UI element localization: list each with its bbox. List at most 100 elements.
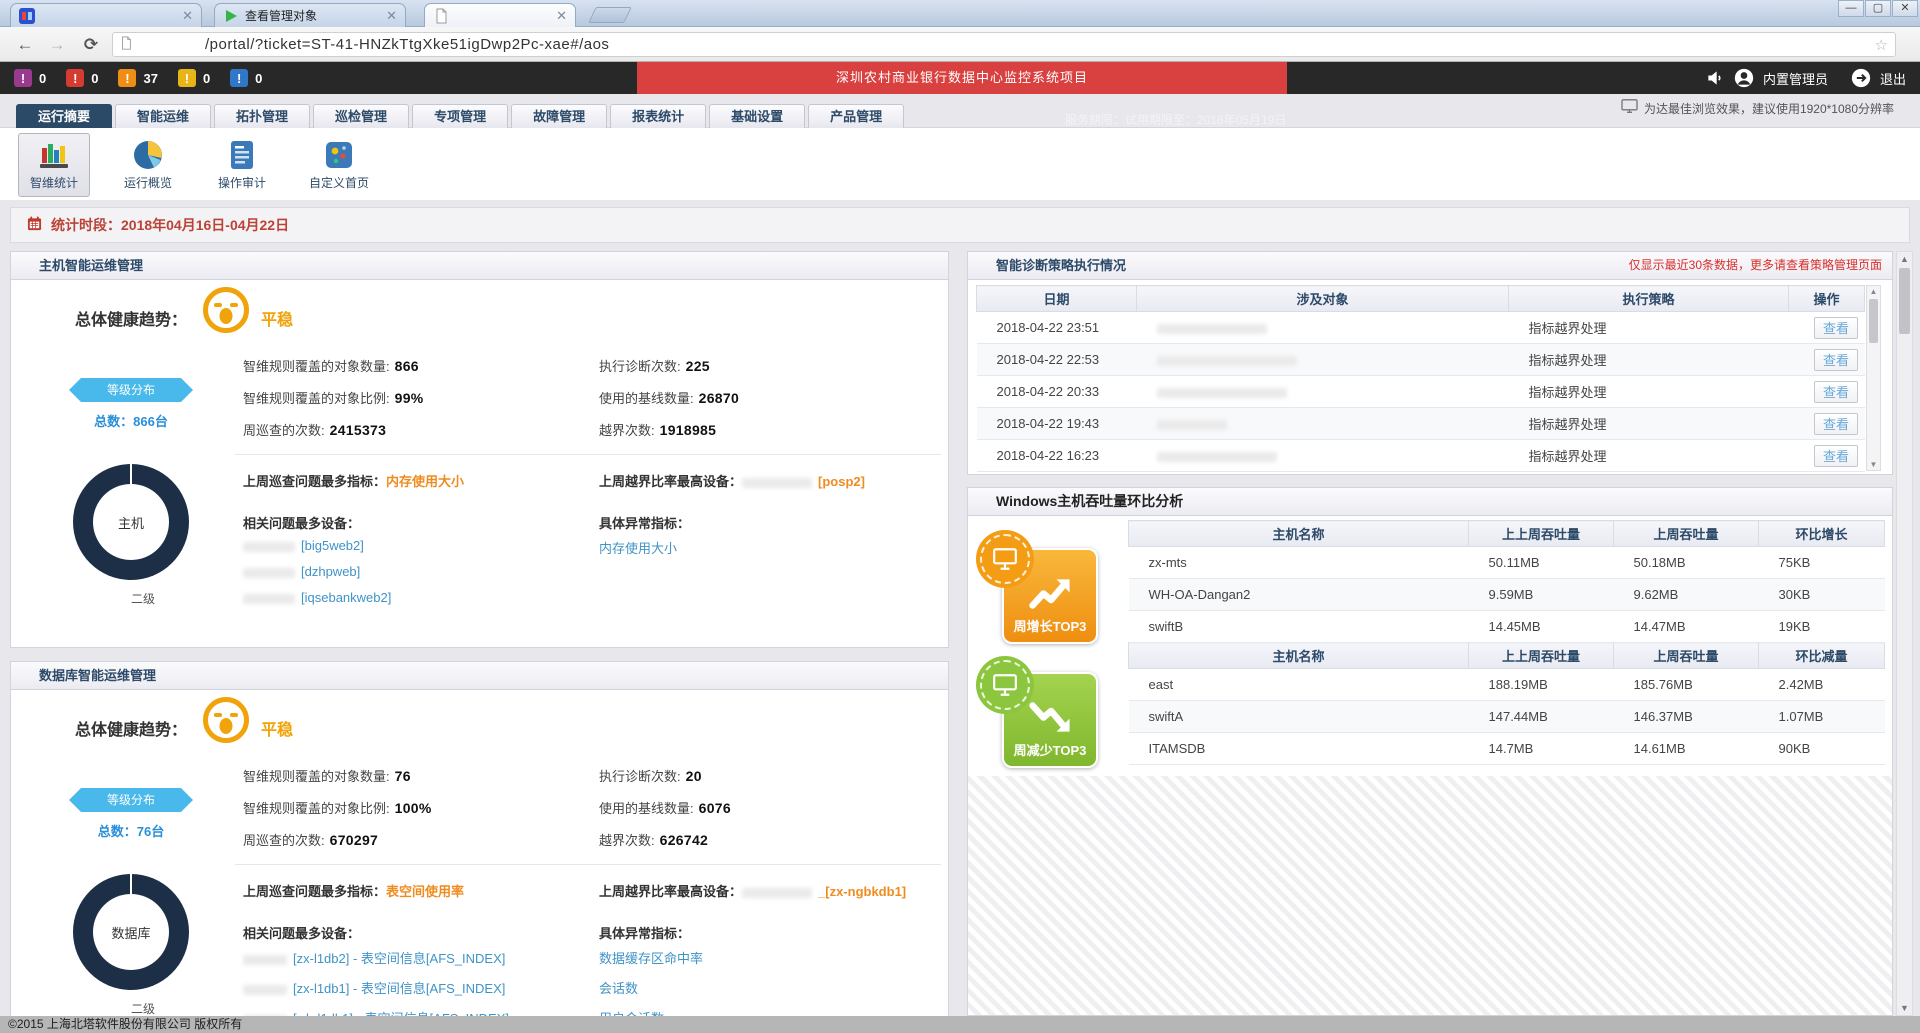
logout-label[interactable]: 退出 xyxy=(1880,69,1906,88)
redacted-text xyxy=(243,568,295,578)
toolbar-button-4[interactable]: 自定义首页 xyxy=(303,133,375,197)
device-link[interactable]: [iqsebankweb2] xyxy=(301,590,391,605)
tab-close-icon[interactable]: ✕ xyxy=(556,9,567,22)
window-close-button[interactable]: ✕ xyxy=(1892,0,1918,17)
alert-counter[interactable]: !0 xyxy=(66,69,98,87)
logout-icon[interactable] xyxy=(1851,68,1871,88)
toolbar-button-1[interactable]: 智维统计 xyxy=(18,133,90,197)
alert-counter[interactable]: !0 xyxy=(178,69,210,87)
scroll-down-icon[interactable]: ▼ xyxy=(1867,460,1880,469)
cell-action: 查看 xyxy=(1789,376,1865,408)
table-header-row: 主机名称上上周吞吐量上周吞吐量环比减量 xyxy=(1129,643,1885,669)
top-overrun-device: 上周越界比率最高设备：_[zx-ngbkdb1] xyxy=(599,881,906,900)
redacted-text xyxy=(243,955,287,965)
nav-tab-5[interactable]: 专项管理 xyxy=(412,104,508,128)
scroll-up-icon[interactable]: ▲ xyxy=(1897,254,1912,264)
device-link[interactable]: 会话数 xyxy=(599,981,638,996)
nav-tab-3[interactable]: 拓扑管理 xyxy=(214,104,310,128)
bookmark-star-icon[interactable]: ☆ xyxy=(1875,36,1888,54)
alert-counter[interactable]: !0 xyxy=(14,69,46,87)
grade-distribution-badge: 等级分布 xyxy=(69,788,193,812)
redacted-text xyxy=(1157,420,1227,430)
stat-item: 智维规则覆盖的对象比例:100% xyxy=(243,798,599,817)
custom-home-icon xyxy=(322,138,356,172)
toolbar-button-3[interactable]: 操作审计 xyxy=(206,133,278,197)
device-link[interactable]: 内存使用大小 xyxy=(599,541,677,556)
window-maximize-button[interactable]: ▢ xyxy=(1865,0,1891,17)
browser-tab-3[interactable]: ✕ xyxy=(424,3,576,27)
speaker-icon[interactable] xyxy=(1705,68,1725,88)
window-minimize-button[interactable]: — xyxy=(1838,0,1864,17)
nav-tab-1[interactable]: 运行摘要 xyxy=(16,104,112,128)
device-link[interactable]: [big5web2] xyxy=(301,538,364,553)
device-link[interactable]: [dzhpweb] xyxy=(301,564,360,579)
new-tab-button[interactable] xyxy=(588,7,631,23)
nav-tab-9[interactable]: 产品管理 xyxy=(808,104,904,128)
resolution-tip: 为达最佳浏览效果，建议使用1920*1080分辨率 xyxy=(1621,99,1894,117)
view-button[interactable]: 查看 xyxy=(1814,381,1858,403)
url-input[interactable]: /portal/?ticket=ST-41-HNZkTtgXke51igDwp2… xyxy=(112,32,1896,57)
view-button[interactable]: 查看 xyxy=(1814,317,1858,339)
alert-count: 0 xyxy=(39,71,46,86)
user-avatar-icon[interactable] xyxy=(1734,68,1754,88)
table-scrollbar[interactable]: ▲ ▼ xyxy=(1866,285,1881,471)
cell-value: 185.76MB xyxy=(1614,669,1759,701)
list-item: [big5web2] xyxy=(243,538,391,553)
toolbar-button-2[interactable]: 运行概览 xyxy=(112,133,184,197)
device-link[interactable]: [zx-l1db1] - 表空间信息[AFS_INDEX] xyxy=(293,981,505,996)
device-link[interactable]: 数据缓存区命中率 xyxy=(599,951,703,966)
scrollbar-thumb[interactable] xyxy=(1869,299,1878,343)
cell-date: 2018-04-22 22:53 xyxy=(977,344,1137,376)
browser-tab-2[interactable]: 查看管理对象 ✕ xyxy=(214,3,406,27)
alert-counter[interactable]: !0 xyxy=(230,69,262,87)
nav-tab-8[interactable]: 基础设置 xyxy=(709,104,805,128)
header-user-area: 内置管理员 退出 xyxy=(1705,62,1906,94)
view-button[interactable]: 查看 xyxy=(1814,349,1858,371)
list-item: 会话数 xyxy=(599,978,703,997)
tab-close-icon[interactable]: ✕ xyxy=(182,9,193,22)
tab-close-icon[interactable]: ✕ xyxy=(386,9,397,22)
refresh-button[interactable]: ⟳ xyxy=(78,32,104,58)
nav-tab-6[interactable]: 故障管理 xyxy=(511,104,607,128)
cell-value: 146.37MB xyxy=(1614,701,1759,733)
view-button[interactable]: 查看 xyxy=(1814,445,1858,467)
forward-button[interactable]: → xyxy=(44,32,70,58)
column-header: 主机名称 xyxy=(1129,521,1469,547)
nav-tab-2[interactable]: 智能运维 xyxy=(115,104,211,128)
toolbar-button-label: 操作审计 xyxy=(207,174,277,191)
list-item: [zx-l1db1] - 表空间信息[AFS_INDEX] xyxy=(243,978,509,997)
health-trend-label: 总体健康趋势： xyxy=(75,716,187,740)
app-header: !0!0!37!0!0 深圳农村商业银行数据中心监控系统项目 内置管理员 退出 xyxy=(0,62,1920,94)
alert-count: 37 xyxy=(143,71,157,86)
scroll-down-icon[interactable]: ▼ xyxy=(1897,1003,1912,1013)
browser-tab-1[interactable]: ✕ xyxy=(10,3,202,27)
list-item: 数据缓存区命中率 xyxy=(599,948,703,967)
nav-tab-4[interactable]: 巡检管理 xyxy=(313,104,409,128)
abnormal-metric-links: 数据缓存区命中率会话数用户会话数 xyxy=(599,948,703,1019)
stat-item: 智维规则覆盖的对象数量:76 xyxy=(243,766,599,785)
table-row: swiftA147.44MB146.37MB1.07MB xyxy=(1129,701,1885,733)
grade-donut-chart: 数据库 xyxy=(73,874,189,990)
nav-tab-7[interactable]: 报表统计 xyxy=(610,104,706,128)
alert-counter[interactable]: !37 xyxy=(118,69,157,87)
grade-donut-chart: 主机 xyxy=(73,464,189,580)
panel-title: 智能诊断策略执行情况 xyxy=(996,258,1126,273)
user-name[interactable]: 内置管理员 xyxy=(1763,69,1828,88)
scroll-up-icon[interactable]: ▲ xyxy=(1867,287,1880,296)
toolbar-button-label: 智维统计 xyxy=(19,174,89,191)
table-row: swiftB14.45MB14.47MB19KB xyxy=(1129,611,1885,643)
toolbar-button-label: 运行概览 xyxy=(113,174,183,191)
device-link[interactable]: [zx-l1db2] - 表空间信息[AFS_INDEX] xyxy=(293,951,505,966)
total-count: 总数：866台 xyxy=(69,411,193,430)
cell-hostname: WH-OA-Dangan2 xyxy=(1129,579,1469,611)
back-button[interactable]: ← xyxy=(12,32,38,58)
cell-object xyxy=(1137,408,1509,440)
cell-strategy: 指标越界处理 xyxy=(1509,440,1789,472)
page-scrollbar[interactable]: ▲ ▼ xyxy=(1896,251,1913,1016)
total-count: 总数：76台 xyxy=(69,821,193,840)
related-device-links: [big5web2] [dzhpweb] [iqsebankweb2] xyxy=(243,538,391,605)
cell-action: 查看 xyxy=(1789,440,1865,472)
url-text: /portal/?ticket=ST-41-HNZkTtgXke51igDwp2… xyxy=(205,36,609,53)
scrollbar-thumb[interactable] xyxy=(1899,268,1910,334)
view-button[interactable]: 查看 xyxy=(1814,413,1858,435)
